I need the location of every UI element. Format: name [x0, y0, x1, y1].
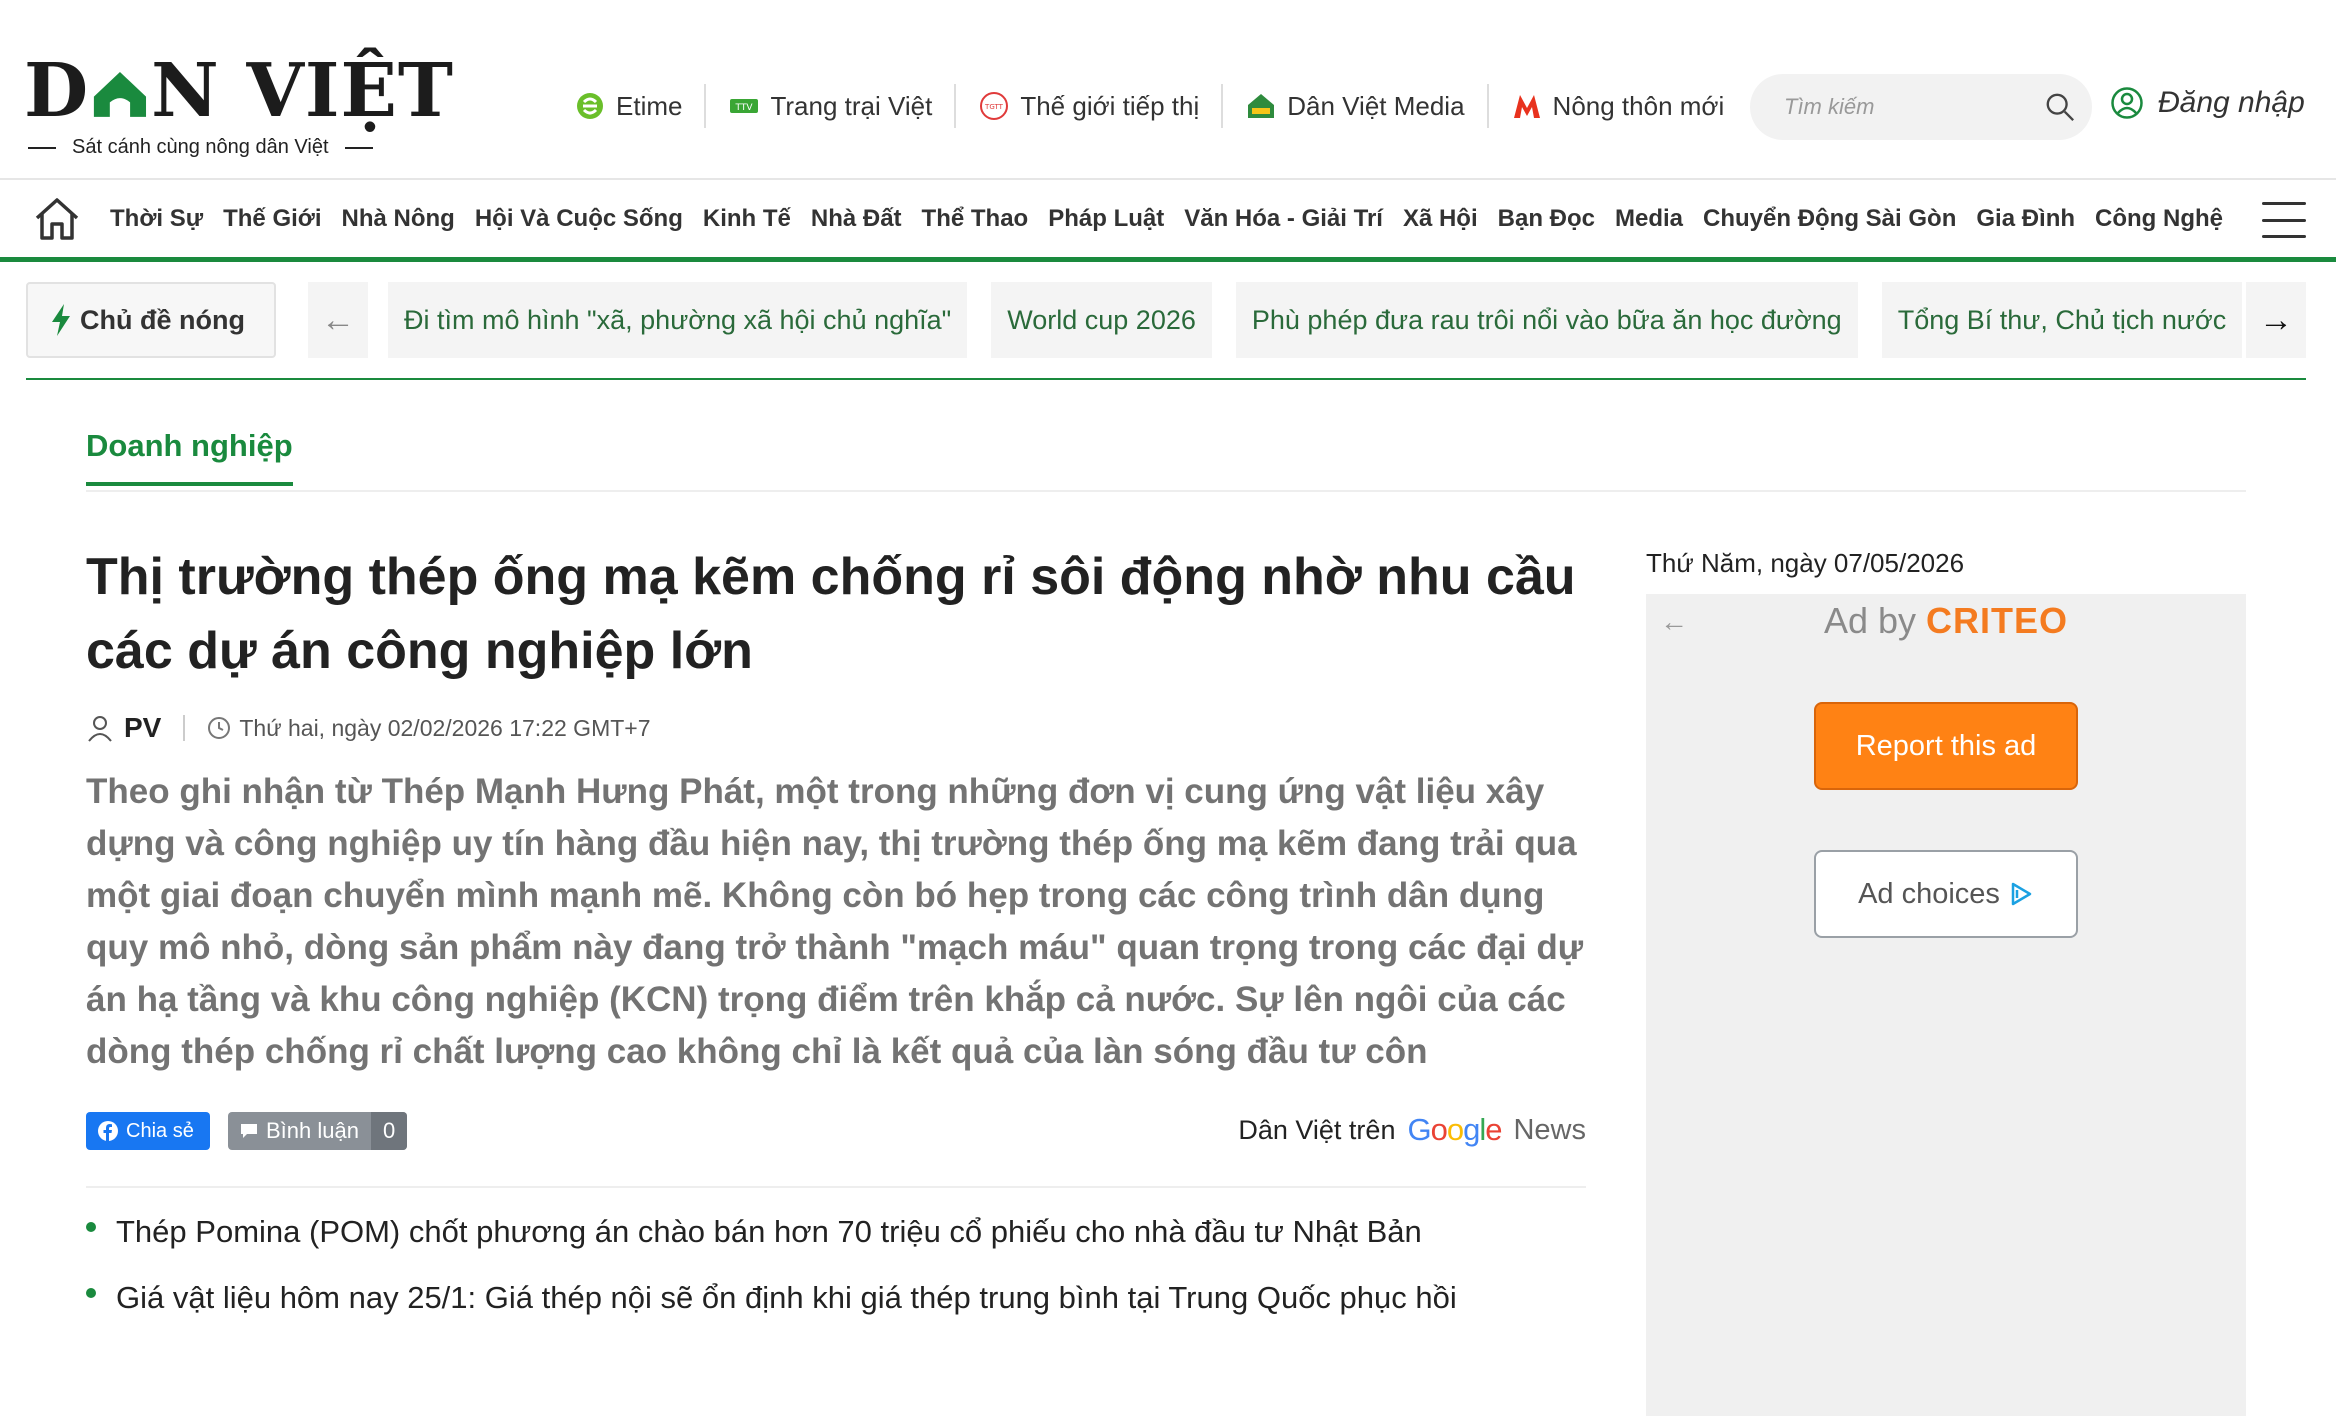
partner-link-etime[interactable]: Etime [552, 84, 707, 128]
nav-item-the-thao[interactable]: Thể Thao [912, 205, 1039, 233]
hot-topic-chip[interactable]: Phù phép đưa rau trôi nổi vào bữa ăn học… [1235, 282, 1858, 358]
hamburger-menu-icon[interactable] [2262, 202, 2306, 238]
google-logo: Google [1407, 1112, 1502, 1147]
nav-item-xa-hoi[interactable]: Xã Hội [1393, 205, 1488, 233]
login-label: Đăng nhập [2158, 86, 2305, 119]
svg-text:TTV: TTV [735, 103, 754, 113]
home-icon[interactable] [32, 194, 82, 244]
nav-item-thoi-su[interactable]: Thời Sự [100, 205, 213, 233]
nav-item-kinh-te[interactable]: Kinh Tế [693, 205, 801, 233]
partner-link-dan-viet-media[interactable]: Dân Việt Media [1223, 84, 1489, 128]
nav-item-van-hoa-giai-tri[interactable]: Văn Hóa - Giải Trí [1174, 205, 1393, 233]
nav-item-nha-nong[interactable]: Nhà Nông [332, 205, 465, 233]
hot-topics-prev-button[interactable]: ← [308, 282, 368, 358]
clock-icon [208, 717, 231, 739]
partner-link-the-gioi-tiep-thi[interactable]: TGTT Thế giới tiếp thị [956, 84, 1224, 128]
ntm-icon [1513, 95, 1540, 118]
nav-item-gia-dinh[interactable]: Gia Đình [1966, 205, 2085, 233]
user-icon [88, 716, 112, 742]
hot-topic-chip[interactable]: Tổng Bí thư, Chủ tịch nước [1881, 282, 2243, 358]
google-news-follow-link[interactable]: Dân Việt trên Google News [1238, 1112, 1586, 1148]
media-house-icon [1248, 94, 1275, 118]
partner-links: Etime TTV Trang trại Việt TGTT Thế giới … [552, 78, 1746, 134]
article-sapo: Theo ghi nhận từ Thép Mạnh Hưng Phát, mộ… [86, 772, 1584, 1071]
login-button[interactable]: Đăng nhập [2110, 86, 2305, 120]
logo-wordmark: D N VIỆT [24, 48, 454, 134]
search-box [1750, 74, 2092, 140]
article-share-row: Chia sẻ Bình luận 0 Dân Việt trên Google… [86, 1112, 1586, 1152]
current-date: Thứ Năm, ngày 07/05/2026 [1646, 548, 1965, 578]
comment-icon [241, 1124, 257, 1138]
related-articles: Thép Pomina (POM) chốt phương án chào bá… [86, 1186, 1586, 1318]
svg-text:TGTT: TGTT [984, 103, 1004, 111]
search-icon[interactable] [2044, 90, 2076, 124]
ad-choices-button[interactable]: Ad choices [1814, 850, 2078, 938]
report-ad-button[interactable]: Report this ad [1814, 702, 2078, 790]
adchoices-icon [2011, 882, 2032, 906]
comment-count: 0 [370, 1112, 408, 1150]
tgtt-icon: TGTT [980, 92, 1009, 120]
article-title: Thị trường thép ống mạ kẽm chống rỉ sôi … [86, 548, 1576, 680]
criteo-ad-panel: ← Ad by CRITEO Report this ad Ad choices [1646, 594, 2246, 1416]
nav-item-hoi-va-cuoc-song[interactable]: Hội Và Cuộc Sống [465, 205, 693, 233]
related-article-link[interactable]: Thép Pomina (POM) chốt phương án chào bá… [86, 1212, 1586, 1252]
article-meta: PV Thứ hai, ngày 02/02/2026 17:22 GMT+7 [86, 710, 1586, 746]
nav-item-media[interactable]: Media [1605, 205, 1693, 233]
article-author[interactable]: PV [124, 712, 161, 744]
hot-topic-chip[interactable]: World cup 2026 [991, 282, 1212, 358]
etime-icon [577, 93, 603, 119]
article-published-time: Thứ hai, ngày 02/02/2026 17:22 GMT+7 [239, 714, 651, 741]
category-link-doanh-nghiep[interactable]: Doanh nghiệp [86, 428, 293, 486]
main-nav: Thời Sự Thế Giới Nhà Nông Hội Và Cuộc Số… [0, 178, 2336, 262]
ttv-icon: TTV [730, 99, 759, 113]
search-input[interactable] [1784, 94, 2044, 120]
related-article-link[interactable]: Giá vật liệu hôm nay 25/1: Giá thép nội … [86, 1278, 1586, 1318]
nav-item-chuyen-dong-sai-gon[interactable]: Chuyển Động Sài Gòn [1693, 205, 1966, 233]
hot-topic-chip[interactable]: Đi tìm mô hình "xã, phường xã hội chủ ng… [388, 282, 968, 358]
facebook-icon [98, 1121, 118, 1141]
category-breadcrumb: Doanh nghiệp [86, 428, 2246, 492]
facebook-share-button[interactable]: Chia sẻ [86, 1112, 210, 1150]
hot-topics-label: Chủ đề nóng [26, 282, 276, 358]
nav-item-ban-doc[interactable]: Bạn Đọc [1488, 205, 1605, 233]
logo-house-icon [94, 72, 147, 117]
partner-link-trang-trai-viet[interactable]: TTV Trang trại Việt [706, 84, 957, 128]
comment-button[interactable]: Bình luận 0 [228, 1112, 408, 1150]
nav-item-cong-nghe[interactable]: Công Nghệ [2085, 205, 2233, 233]
partner-link-nong-thon-moi[interactable]: Nông thôn mới [1489, 84, 1747, 128]
site-header: D N VIỆT Sát cánh cùng nông dân Việt Eti… [0, 0, 2336, 178]
hot-topics-track: Đi tìm mô hình "xã, phường xã hội chủ ng… [388, 282, 2252, 358]
ad-attribution: Ad by CRITEO [1823, 600, 2069, 641]
lightning-icon [52, 304, 70, 336]
criteo-logo: CRITEO [1926, 600, 2069, 641]
logo-tagline: Sát cánh cùng nông dân Việt [24, 136, 454, 159]
hot-topics-next-button[interactable]: → [2246, 282, 2306, 358]
nav-item-nha-dat[interactable]: Nhà Đất [801, 205, 912, 233]
site-logo[interactable]: D N VIỆT Sát cánh cùng nông dân Việt [24, 48, 454, 159]
logo-letters-nviet: N VIỆT [151, 48, 454, 134]
hot-topics-bar: Chủ đề nóng ← Đi tìm mô hình "xã, phường… [26, 282, 2306, 380]
nav-item-phap-luat[interactable]: Pháp Luật [1038, 205, 1174, 233]
user-circle-icon [2111, 87, 2143, 119]
nav-item-the-gioi[interactable]: Thế Giới [213, 205, 331, 233]
article: Thị trường thép ống mạ kẽm chống rỉ sôi … [86, 540, 1586, 1344]
logo-letter-d: D [24, 48, 90, 134]
